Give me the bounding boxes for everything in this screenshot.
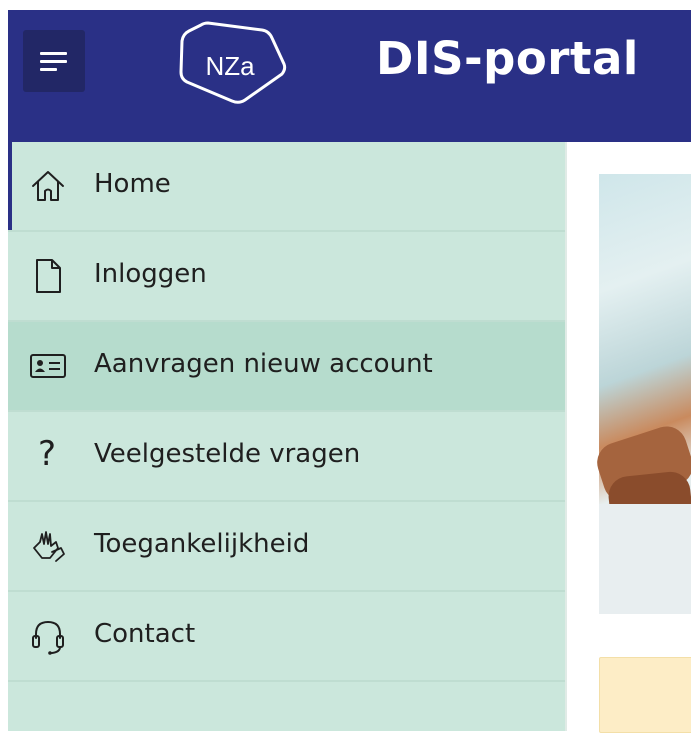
sidebar-item-inloggen[interactable]: Inloggen — [8, 232, 565, 322]
sidebar-item-label: Veelgestelde vragen — [94, 439, 361, 469]
hero-image — [591, 174, 691, 614]
sidebar-item-aanvragen[interactable]: Aanvragen nieuw account — [8, 322, 565, 412]
sidebar-item-veelgestelde-vragen[interactable]: ? Veelgestelde vragen — [8, 412, 565, 502]
id-card-icon — [30, 354, 66, 378]
sidebar-item-label: Aanvragen nieuw account — [94, 349, 433, 379]
menu-icon-bar — [40, 60, 67, 63]
headset-icon — [32, 620, 64, 655]
sidebar-item-label: Inloggen — [94, 259, 207, 289]
menu-toggle-button[interactable] — [23, 30, 85, 92]
sidebar-item-home[interactable]: Home — [8, 142, 565, 232]
home-icon — [32, 171, 64, 201]
question-icon: ? — [38, 434, 57, 474]
sidebar-item-contact[interactable]: Contact — [8, 592, 565, 682]
sidebar-item-label: Contact — [94, 619, 196, 649]
sidebar-item-label: Home — [94, 169, 171, 199]
menu-icon — [40, 52, 67, 55]
sidebar-nav: Home Inloggen Aanvragen nieuw account ? … — [8, 142, 567, 731]
sidebar-item-toegankelijkheid[interactable]: Toegankelijkheid — [8, 502, 565, 592]
sidebar-item-label: Toegankelijkheid — [94, 529, 310, 559]
page-title: DIS-portal — [376, 32, 639, 85]
top-header: NZa DIS-portal — [8, 10, 691, 142]
document-icon — [36, 259, 61, 293]
menu-icon-bar — [40, 68, 57, 71]
logo-text: NZa — [205, 51, 255, 81]
main-content — [567, 142, 691, 733]
notice-box — [599, 657, 691, 733]
hero-image-coat — [599, 504, 691, 614]
accessibility-hands-icon — [33, 531, 65, 562]
nza-logo[interactable]: NZa — [173, 16, 287, 108]
